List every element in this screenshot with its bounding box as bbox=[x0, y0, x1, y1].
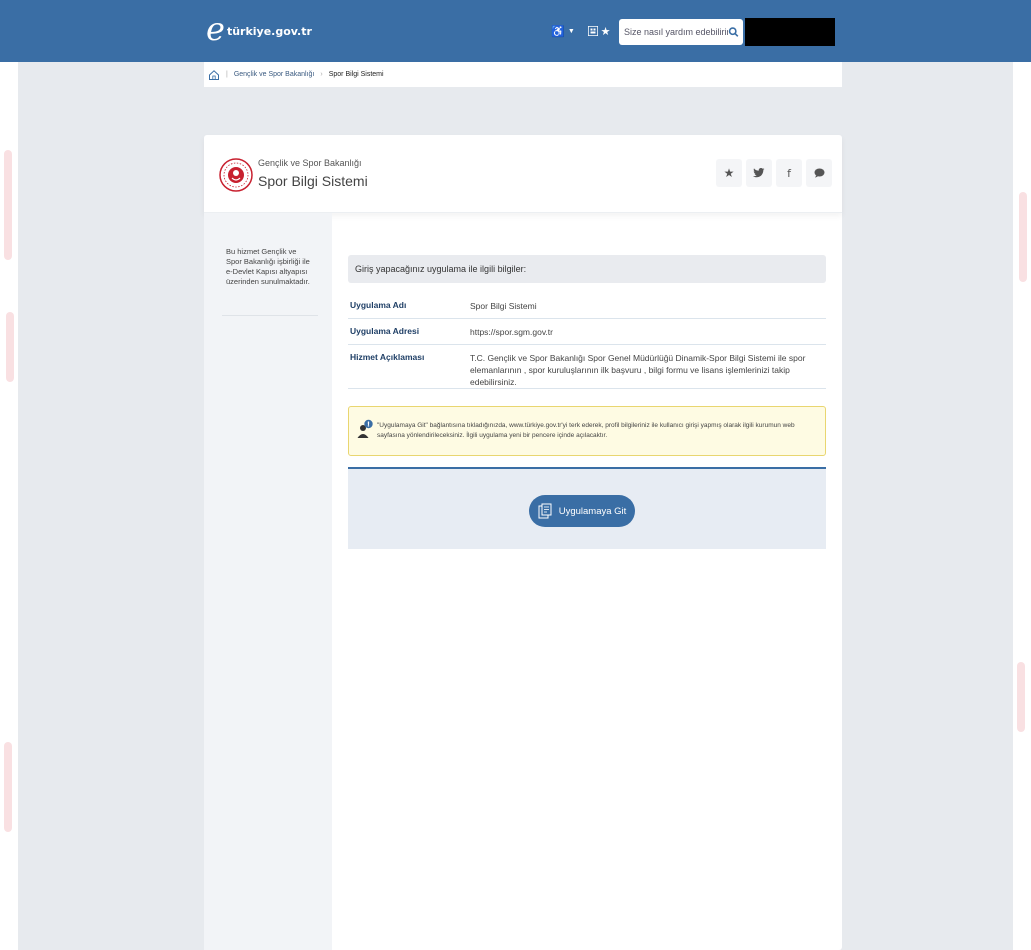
facebook-share-button[interactable]: f bbox=[776, 159, 802, 187]
divider bbox=[222, 315, 318, 316]
decorative-arc bbox=[4, 150, 12, 260]
search-input[interactable] bbox=[624, 27, 728, 37]
header-tools: ♿ ▼ ★ bbox=[548, 20, 614, 42]
favorites-button[interactable]: ★ bbox=[584, 20, 614, 42]
info-row-app-name: Uygulama Adı Spor Bilgi Sistemi bbox=[348, 293, 826, 319]
go-panel: Uygulamaya Git bbox=[348, 467, 826, 549]
svg-text:!: ! bbox=[367, 421, 370, 429]
service-card: Gençlik ve Spor Bakanlığı Spor Bilgi Sis… bbox=[204, 135, 842, 950]
accessibility-button[interactable]: ♿ ▼ bbox=[548, 20, 578, 42]
go-to-application-button[interactable]: Uygulamaya Git bbox=[529, 495, 635, 527]
external-app-icon bbox=[538, 503, 552, 519]
info-value: T.C. Gençlik ve Spor Bakanlığı Spor Gene… bbox=[470, 353, 806, 387]
service-actions: ★ f bbox=[716, 159, 832, 187]
breadcrumb-item-ministry[interactable]: Gençlik ve Spor Bakanlığı bbox=[234, 71, 315, 78]
decorative-arc bbox=[4, 742, 12, 832]
star-icon: ★ bbox=[600, 25, 611, 38]
star-icon: ★ bbox=[723, 166, 735, 180]
decorative-arc bbox=[6, 312, 14, 382]
service-provider-note: Bu hizmet Gençlik ve Spor Bakanlığı işbi… bbox=[226, 247, 310, 286]
breadcrumb: | Gençlik ve Spor Bakanlığı › Spor Bilgi… bbox=[204, 62, 842, 87]
top-header: e türkiye.gov.tr ♿ ▼ ★ bbox=[0, 0, 1031, 62]
service-header: Gençlik ve Spor Bakanlığı Spor Bilgi Sis… bbox=[204, 135, 842, 213]
accessibility-icon: ♿ bbox=[551, 25, 565, 38]
left-sidebar bbox=[204, 213, 332, 950]
info-label: Uygulama Adresi bbox=[350, 326, 420, 336]
go-button-label: Uygulamaya Git bbox=[558, 505, 627, 517]
search-icon[interactable] bbox=[728, 25, 739, 39]
facebook-icon: f bbox=[787, 166, 791, 180]
info-heading: Giriş yapacağınız uygulama ile ilgili bi… bbox=[348, 255, 826, 283]
grid-icon bbox=[587, 26, 598, 36]
decorative-arc bbox=[1019, 192, 1027, 282]
home-icon[interactable] bbox=[208, 69, 220, 81]
breadcrumb-separator: | bbox=[226, 71, 228, 78]
info-value: Spor Bilgi Sistemi bbox=[470, 301, 537, 311]
info-label: Uygulama Adı bbox=[350, 300, 407, 310]
site-logo[interactable]: e türkiye.gov.tr bbox=[206, 10, 312, 48]
right-gutter bbox=[1013, 62, 1031, 950]
user-menu[interactable] bbox=[745, 18, 835, 46]
chevron-down-icon: ▼ bbox=[567, 27, 575, 35]
info-label: Hizmet Açıklaması bbox=[350, 352, 425, 362]
service-title: Spor Bilgi Sistemi bbox=[258, 173, 368, 189]
notice-text: "Uygulamaya Git" bağlantısına tıkladığın… bbox=[377, 422, 795, 439]
search-box bbox=[619, 19, 743, 45]
decorative-arc bbox=[1017, 662, 1025, 732]
e-logo-icon: e bbox=[206, 10, 225, 48]
comment-icon bbox=[814, 168, 824, 178]
org-name: Gençlik ve Spor Bakanlığı bbox=[258, 158, 362, 168]
info-row-app-address: Uygulama Adresi https://spor.sgm.gov.tr bbox=[348, 319, 826, 345]
breadcrumb-separator: › bbox=[320, 71, 323, 78]
info-row-service-description: Hizmet Açıklaması T.C. Gençlik ve Spor B… bbox=[348, 345, 826, 389]
breadcrumb-item-current: Spor Bilgi Sistemi bbox=[328, 71, 384, 78]
favorite-button[interactable]: ★ bbox=[716, 159, 742, 187]
redirect-notice: ! "Uygulamaya Git" bağlantısına tıkladığ… bbox=[348, 406, 826, 456]
twitter-share-button[interactable] bbox=[746, 159, 772, 187]
left-gutter bbox=[0, 62, 18, 950]
logo-text: türkiye.gov.tr bbox=[226, 24, 312, 38]
ministry-emblem-icon bbox=[219, 158, 253, 192]
user-info-icon: ! bbox=[357, 419, 373, 438]
comment-button[interactable] bbox=[806, 159, 832, 187]
info-value: https://spor.sgm.gov.tr bbox=[470, 327, 553, 337]
twitter-icon bbox=[753, 168, 765, 178]
